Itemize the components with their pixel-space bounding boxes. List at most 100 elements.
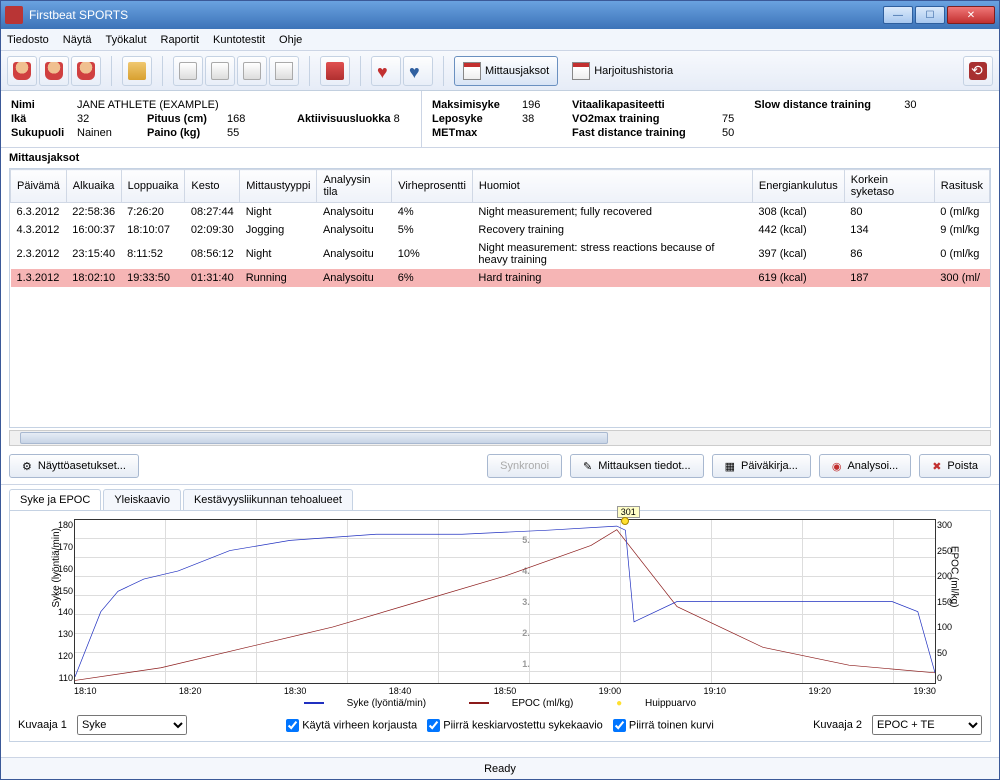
tab-kestavyys[interactable]: Kestävyysliikunnan tehoalueet xyxy=(183,489,353,510)
doc-button-1[interactable] xyxy=(173,56,203,86)
table-row[interactable]: 4.3.201216:00:3718:10:0702:09:30JoggingA… xyxy=(11,221,990,239)
doc-button-3[interactable] xyxy=(237,56,267,86)
y1-ticks: 180170160150140130120110 xyxy=(39,520,73,683)
chart-button[interactable] xyxy=(269,56,299,86)
activity-value: 8 xyxy=(394,113,400,125)
resthr-value: 38 xyxy=(522,113,552,125)
resthr-label: Leposyke xyxy=(432,113,522,125)
table-row[interactable]: 6.3.201222:58:367:26:2008:27:44NightAnal… xyxy=(11,203,990,222)
maxhr-value: 196 xyxy=(522,99,552,111)
maxhr-label: Maksimisyke xyxy=(432,99,522,111)
diary-button[interactable]: ▦Päiväkirja... xyxy=(712,454,811,478)
tab-syke-epoc[interactable]: Syke ja EPOC xyxy=(9,489,101,510)
column-header[interactable]: Virheprosentti xyxy=(392,170,473,203)
analyze-button[interactable]: ◉Analysoi... xyxy=(819,454,911,478)
app-icon xyxy=(5,6,23,24)
menu-nayta[interactable]: Näytä xyxy=(63,34,92,46)
column-header[interactable]: Energiankulutus xyxy=(752,170,844,203)
chart-area[interactable]: Syke (lyöntiä/min) EPOC (ml/kg) 18017016… xyxy=(74,519,936,684)
cb-second-curve[interactable]: Piirrä toinen kurvi xyxy=(613,719,714,732)
app-window: Firstbeat SPORTS — ☐ ✕ Tiedosto Näytä Ty… xyxy=(0,0,1000,780)
edit-icon: ✎ xyxy=(583,460,592,473)
display-settings-button[interactable]: ⚙Näyttöasetukset... xyxy=(9,454,139,478)
minimize-button[interactable]: — xyxy=(883,6,913,24)
scrollbar-thumb[interactable] xyxy=(20,432,608,444)
column-header[interactable]: Päivämä xyxy=(11,170,67,203)
column-header[interactable]: Analyysin tila xyxy=(317,170,392,203)
fast-value: 50 xyxy=(722,127,734,139)
athlete-button-2[interactable] xyxy=(39,56,69,86)
action-row: ⚙Näyttöasetukset... Synkronoi ✎Mittaukse… xyxy=(1,452,999,485)
column-header[interactable]: Mittaustyyppi xyxy=(240,170,317,203)
column-header[interactable]: Kesto xyxy=(185,170,240,203)
chart-legend: Syke (lyöntiä/min) EPOC (ml/kg) ● Huippu… xyxy=(14,698,986,709)
y2-ticks: 300250200150100500 xyxy=(937,520,971,683)
tab-yleiskaavio[interactable]: Yleiskaavio xyxy=(103,489,181,510)
harjoitushistoria-label: Harjoitushistoria xyxy=(594,65,673,77)
kuvaaja2-label: Kuvaaja 2 xyxy=(813,719,862,731)
kuvaaja1-label: Kuvaaja 1 xyxy=(18,719,67,731)
column-header[interactable]: Loppuaika xyxy=(121,170,185,203)
age-label: Ikä xyxy=(11,113,77,125)
document-icon xyxy=(243,62,261,80)
person-icon xyxy=(13,62,31,80)
network-icon xyxy=(969,62,987,80)
column-header[interactable]: Huomiot xyxy=(472,170,752,203)
maximize-button[interactable]: ☐ xyxy=(915,6,945,24)
harjoitushistoria-button[interactable]: Harjoitushistoria xyxy=(564,56,681,86)
horizontal-scrollbar[interactable] xyxy=(9,430,991,446)
sync-button[interactable]: Synkronoi xyxy=(487,454,562,478)
table-row[interactable]: 2.3.201223:15:408:11:5208:56:12NightAnal… xyxy=(11,239,990,269)
column-header[interactable]: Korkein syketaso xyxy=(844,170,934,203)
cb-error-correction[interactable]: Käytä virheen korjausta xyxy=(286,719,417,732)
heart-blue-icon: ♥ xyxy=(409,62,427,80)
vital-label: Vitaalikapasiteetti xyxy=(572,99,722,111)
menu-tiedosto[interactable]: Tiedosto xyxy=(7,34,49,46)
kuvaaja1-select[interactable]: Syke xyxy=(77,715,187,735)
redfolder-button[interactable] xyxy=(320,56,350,86)
cb-averaged-hr[interactable]: Piirrä keskiarvostettu sykekaavio xyxy=(427,719,603,732)
mittausjaksot-button[interactable]: Mittausjaksot xyxy=(454,56,558,86)
athlete-button-3[interactable] xyxy=(71,56,101,86)
document-icon xyxy=(179,62,197,80)
fast-label: Fast distance training xyxy=(572,127,722,139)
delete-button[interactable]: ✖Poista xyxy=(919,454,991,478)
menu-kuntotestit[interactable]: Kuntotestit xyxy=(213,34,265,46)
heart-button-1[interactable]: ♥ xyxy=(371,56,401,86)
heart-button-2[interactable]: ♥ xyxy=(403,56,433,86)
athlete-info-panel: NimiJANE ATHLETE (EXAMPLE) Ikä32 Pituus … xyxy=(1,91,999,148)
doc-button-2[interactable] xyxy=(205,56,235,86)
menu-raportit[interactable]: Raportit xyxy=(161,34,200,46)
plot-svg xyxy=(75,520,935,683)
person-icon xyxy=(77,62,95,80)
chart-icon xyxy=(275,62,293,80)
red-folder-icon xyxy=(326,62,344,80)
kuvaaja2-select[interactable]: EPOC + TE xyxy=(872,715,982,735)
column-header[interactable]: Alkuaika xyxy=(66,170,121,203)
table-row[interactable]: 1.3.201218:02:1019:33:5001:31:40RunningA… xyxy=(11,269,990,287)
network-button[interactable] xyxy=(963,56,993,86)
weight-value: 55 xyxy=(227,127,239,139)
height-label: Pituus (cm) xyxy=(147,113,227,125)
measurement-table[interactable]: PäivämäAlkuaikaLoppuaikaKestoMittaustyyp… xyxy=(9,168,991,428)
status-text: Ready xyxy=(484,763,516,775)
vo2-value: 75 xyxy=(722,113,734,125)
folder-button[interactable] xyxy=(122,56,152,86)
athlete-button-1[interactable] xyxy=(7,56,37,86)
mittausjaksot-label: Mittausjaksot xyxy=(485,65,549,77)
heart-icon: ♥ xyxy=(377,62,395,80)
menubar: Tiedosto Näytä Työkalut Raportit Kuntote… xyxy=(1,29,999,51)
slow-label: Slow distance training xyxy=(754,99,904,111)
menu-tyokalut[interactable]: Työkalut xyxy=(106,34,147,46)
column-header[interactable]: Rasitusk xyxy=(934,170,989,203)
chart-panel: Syke (lyöntiä/min) EPOC (ml/kg) 18017016… xyxy=(9,510,991,742)
chart-controls: Kuvaaja 1 Syke Käytä virheen korjausta P… xyxy=(14,709,986,737)
details-button[interactable]: ✎Mittauksen tiedot... xyxy=(570,454,704,478)
weight-label: Paino (kg) xyxy=(147,127,227,139)
x-ticks: 18:1018:2018:3018:4018:5019:0019:1019:20… xyxy=(74,686,936,696)
close-button[interactable]: ✕ xyxy=(947,6,995,24)
menu-ohje[interactable]: Ohje xyxy=(279,34,302,46)
activity-label: Aktiivisuusluokka xyxy=(297,113,391,125)
titlebar[interactable]: Firstbeat SPORTS — ☐ ✕ xyxy=(1,1,999,29)
peak-label: 301 xyxy=(617,506,640,518)
